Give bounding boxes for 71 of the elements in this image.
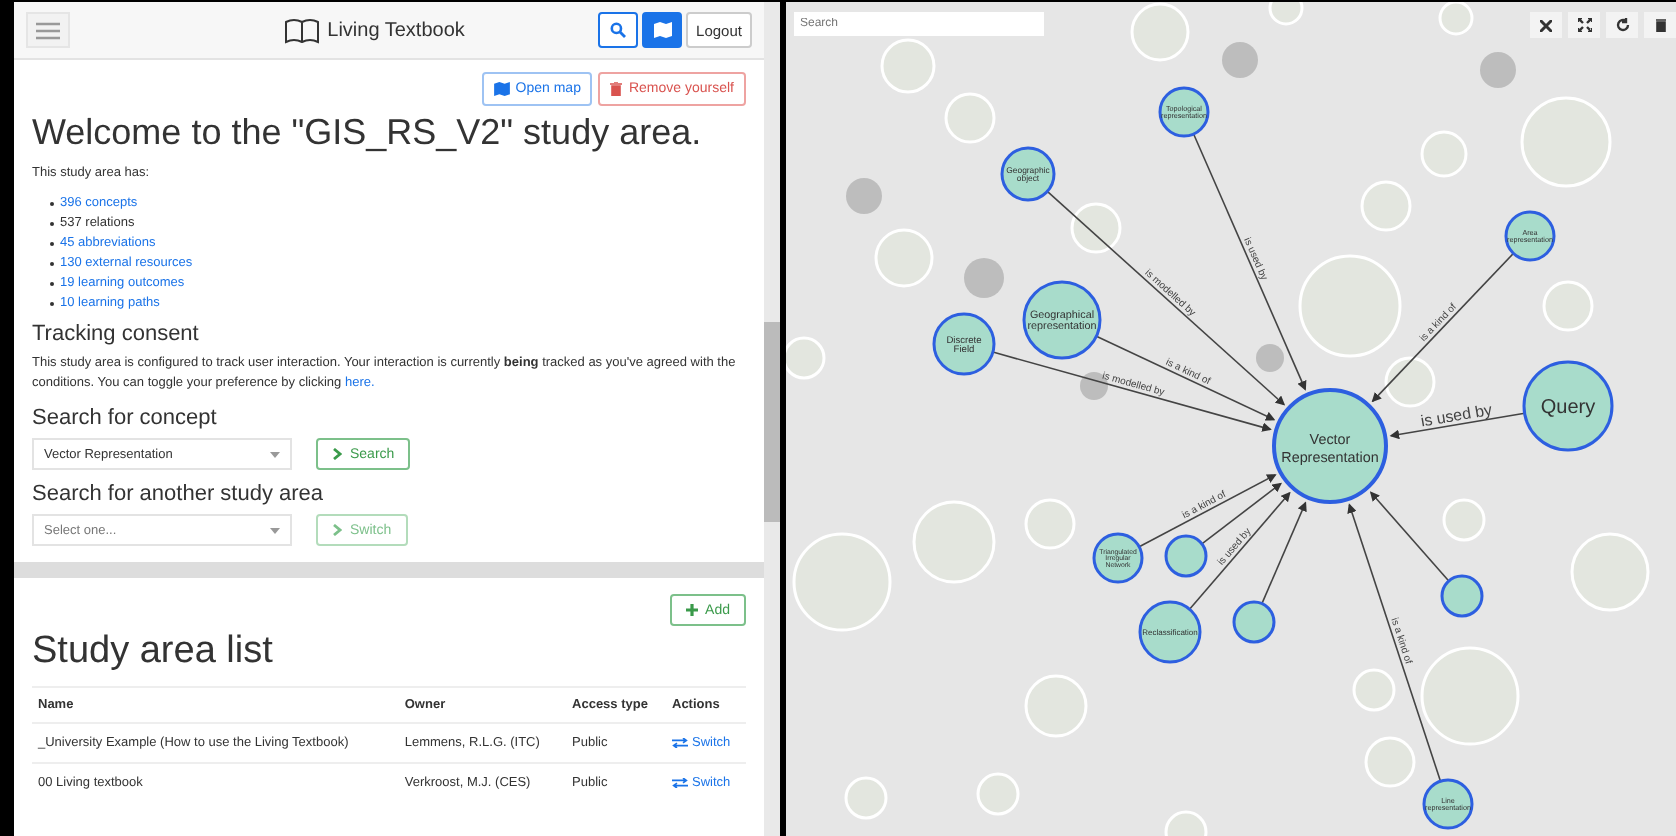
map-button[interactable]: [642, 12, 683, 48]
faded-node: [1420, 130, 1468, 178]
chevron-icon: [332, 524, 342, 536]
faded-node: [1570, 532, 1650, 612]
caret-icon: [270, 451, 280, 457]
menu-icon: [36, 21, 60, 39]
faded-node: [1352, 668, 1396, 712]
concept-node[interactable]: [1522, 360, 1614, 452]
concept-node[interactable]: [1232, 600, 1276, 644]
concept-node[interactable]: [1272, 388, 1388, 504]
expand-icon: [1577, 18, 1591, 32]
refresh-button[interactable]: [1606, 12, 1638, 38]
concept-node[interactable]: [1422, 778, 1474, 830]
search-button[interactable]: [598, 12, 639, 48]
faded-node: [1024, 674, 1088, 738]
section-heading: Search for concept: [32, 406, 219, 430]
concept-node[interactable]: [1440, 574, 1484, 618]
concept-node[interactable]: [1000, 146, 1056, 202]
plus-icon: [685, 604, 698, 616]
fit-button[interactable]: [1568, 12, 1600, 38]
faded-node: [1520, 96, 1612, 188]
hidden-node: [1222, 42, 1258, 78]
faded-node: [880, 38, 936, 94]
faded-node: [844, 776, 888, 820]
concept-node[interactable]: [1504, 210, 1556, 262]
app-title: Living Textbook: [327, 19, 465, 41]
map-icon: [493, 82, 510, 96]
hidden-node: [1256, 344, 1284, 372]
faded-node: [1070, 202, 1122, 254]
faded-node: [1442, 498, 1486, 542]
faded-node: [1360, 180, 1412, 232]
menu-button[interactable]: [26, 12, 70, 48]
close-icon: [1540, 19, 1552, 31]
faded-node: [874, 228, 934, 288]
faded-node: [976, 772, 1020, 816]
node-label: Query: [1540, 397, 1596, 419]
page-title: Welcome to the "GIS_RS_V2" study area.: [32, 112, 704, 154]
caret-icon: [270, 527, 280, 533]
section-heading: Tracking consent: [32, 322, 201, 346]
faded-node: [912, 500, 996, 584]
hidden-node: [846, 178, 882, 214]
trash-icon: [610, 82, 623, 96]
trash-icon: [1655, 18, 1665, 32]
faded-node: [944, 92, 996, 144]
faded-node: [792, 532, 892, 632]
scrollbar[interactable]: [764, 2, 780, 836]
search-icon: [610, 22, 627, 38]
relation-label: is used by: [1419, 400, 1494, 431]
concept-node[interactable]: [1022, 280, 1102, 360]
hidden-node: [1480, 52, 1516, 88]
hidden-node: [964, 258, 1004, 298]
chevron-icon: [332, 448, 342, 460]
faded-node: [1542, 280, 1594, 332]
faded-node: [1024, 498, 1076, 550]
concept-node[interactable]: [932, 312, 996, 376]
list-title: Study area list: [32, 630, 275, 674]
refresh-icon: [1615, 18, 1629, 32]
hidden-node: [1080, 372, 1108, 400]
concept-node[interactable]: [1092, 532, 1144, 584]
concept-node[interactable]: [1158, 86, 1210, 138]
book-icon: [283, 17, 320, 43]
map-icon: [653, 22, 672, 38]
faded-node: [1364, 736, 1416, 788]
swap-icon: [672, 778, 688, 788]
close-button[interactable]: [1530, 12, 1562, 38]
faded-node: [1420, 646, 1520, 746]
concept-node[interactable]: [1164, 534, 1208, 578]
section-heading: Search for another study area: [32, 482, 326, 506]
delete-button[interactable]: [1644, 12, 1676, 38]
swap-icon: [672, 738, 688, 748]
concept-node[interactable]: [1138, 600, 1202, 664]
